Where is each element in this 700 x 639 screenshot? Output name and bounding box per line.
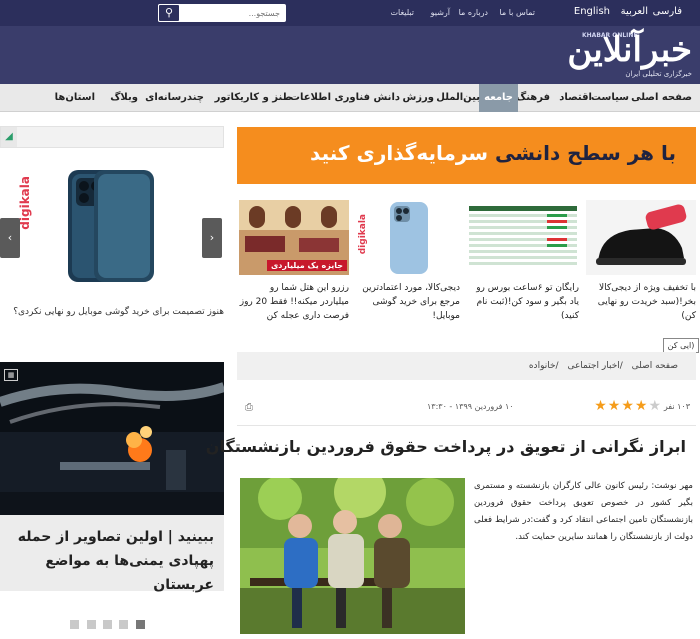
logo-main: خبرآنلاین [567,30,694,70]
card-image-stocks[interactable] [467,200,579,275]
ad-banner[interactable]: با هر سطح دانشی سرمایه‌گذاری کنید [237,127,696,184]
nav-culture[interactable]: فرهنگ [516,84,550,112]
nav-it[interactable]: فناوری اطلاعات [290,84,370,112]
nav-science[interactable]: دانش [374,84,400,112]
prize-badge: جایزه یک میلیاردی [266,260,347,271]
about-link[interactable]: درباره ما [459,8,488,17]
breadcrumb: صفحه اصلی /اخبار اجتماعی /خانواده [237,352,696,380]
nav-home[interactable]: صفحه اصلی [631,84,692,112]
article-image [240,478,465,634]
slider-prev-button[interactable]: ‹ [0,218,20,258]
contact-link[interactable]: تماس با ما [499,8,535,17]
article-body: مهر نوشت: رئیس کانون عالی کارگران بازنشس… [474,481,693,542]
digikala-logo: digikala [358,214,368,255]
breadcrumb-social[interactable]: /اخبار اجتماعی [567,361,622,371]
ad-badge-icon: ◢ [1,127,17,147]
card-title-stocks[interactable]: رایگان تو ۶ساعت بورس رو یاد بگیر و سود ک… [467,281,579,323]
side-ad-caption[interactable]: هنوز تصمیمت برای خرید گوشی موبایل رو نها… [0,307,224,317]
slider-dot[interactable] [119,620,128,629]
card-image-hotel[interactable]: جایزه یک میلیاردی [239,200,349,275]
site-logo[interactable]: KHABAR ONLINE خبرآنلاین خبرگزاری تحلیلی … [567,28,694,80]
search-box: ⚲ [158,4,286,22]
card-title-phone[interactable]: دیجی‌کالا، مورد اعتمادترین مرجع برای خری… [356,281,460,323]
star-rating[interactable]: ★★★★★ [594,398,662,414]
slider-next-button[interactable]: › [202,218,222,258]
card-title-shoe[interactable]: با تخفیف ویژه از دیجی‌کالا بخر!(سبد خرید… [586,281,696,323]
nav-provinces[interactable]: استان‌ها [55,84,95,112]
archive-link[interactable]: آرشیو [431,8,450,17]
lang-english[interactable]: English [574,6,610,17]
side-ad-header: ◢ [0,126,224,148]
nav-society[interactable]: جامعه [479,84,518,112]
slider-dot-active[interactable] [136,620,145,629]
slider-dot[interactable] [87,620,96,629]
slider-dot[interactable] [70,620,79,629]
nav-international[interactable]: بین‌الملل [436,84,480,112]
side-ad[interactable]: digikala [0,148,224,298]
breadcrumb-home[interactable]: صفحه اصلی [632,361,678,371]
rating-count: ۱۰۳ نفر [663,402,690,411]
lang-arabic[interactable]: العربية [621,6,648,17]
nav-sport[interactable]: ورزش [402,84,434,112]
logo-tagline: خبرگزاری تحلیلی ایران [625,70,692,78]
nav-politics[interactable]: سیاست [591,84,629,112]
nav-economy[interactable]: اقتصاد [559,84,592,112]
photo-news-title[interactable]: ببینید | اولین تصاویر از حمله پهپادی یمن… [18,529,214,593]
tooltip: ایی کن) [663,338,699,353]
site-header: KHABAR ONLINE خبرآنلاین خبرگزاری تحلیلی … [0,26,700,84]
card-image-shoe[interactable] [586,200,696,275]
print-icon[interactable]: ⎙ [245,402,257,413]
nav-multimedia[interactable]: چندرسانه‌ای [145,84,204,112]
video-icon: ▦ [4,369,18,381]
top-bar: فارسی العربية English تماس با ما درباره … [0,0,700,26]
lang-farsi[interactable]: فارسی [653,6,682,17]
card-title-hotel[interactable]: رزرو این هتل شما رو میلیاردر میکنه!! فقط… [239,281,349,323]
nav-satire[interactable]: طنز و کاریکاتور [215,84,292,112]
article-meta: ۱۰۳ نفر ★★★★★ ۱۰ فروردین ۱۳۹۹ - ۱۳:۳۰ ⎙ [237,398,696,420]
publish-date: ۱۰ فروردین ۱۳۹۹ - ۱۳:۳۰ [427,402,514,411]
ads-link[interactable]: تبلیغات [390,8,414,17]
slider-dot[interactable] [103,620,112,629]
ad-banner-text: با هر سطح دانشی سرمایه‌گذاری کنید [310,141,676,165]
search-icon[interactable]: ⚲ [158,4,180,22]
photo-news-caption[interactable]: ببینید | اولین تصاویر از حمله پهپادی یمن… [0,515,224,593]
nav-blog[interactable]: وبلاگ [110,84,138,112]
card-image-phone[interactable]: digikala [356,200,460,275]
search-input[interactable] [182,4,286,22]
divider [237,425,696,426]
main-nav: صفحه اصلی سیاست اقتصاد فرهنگ جامعه بین‌ا… [0,84,700,112]
breadcrumb-family[interactable]: /خانواده [529,361,559,371]
photo-news-image[interactable] [0,362,224,540]
article-headline: ابراز نگرانی از تعویق در پرداخت حقوق فرو… [205,437,686,456]
